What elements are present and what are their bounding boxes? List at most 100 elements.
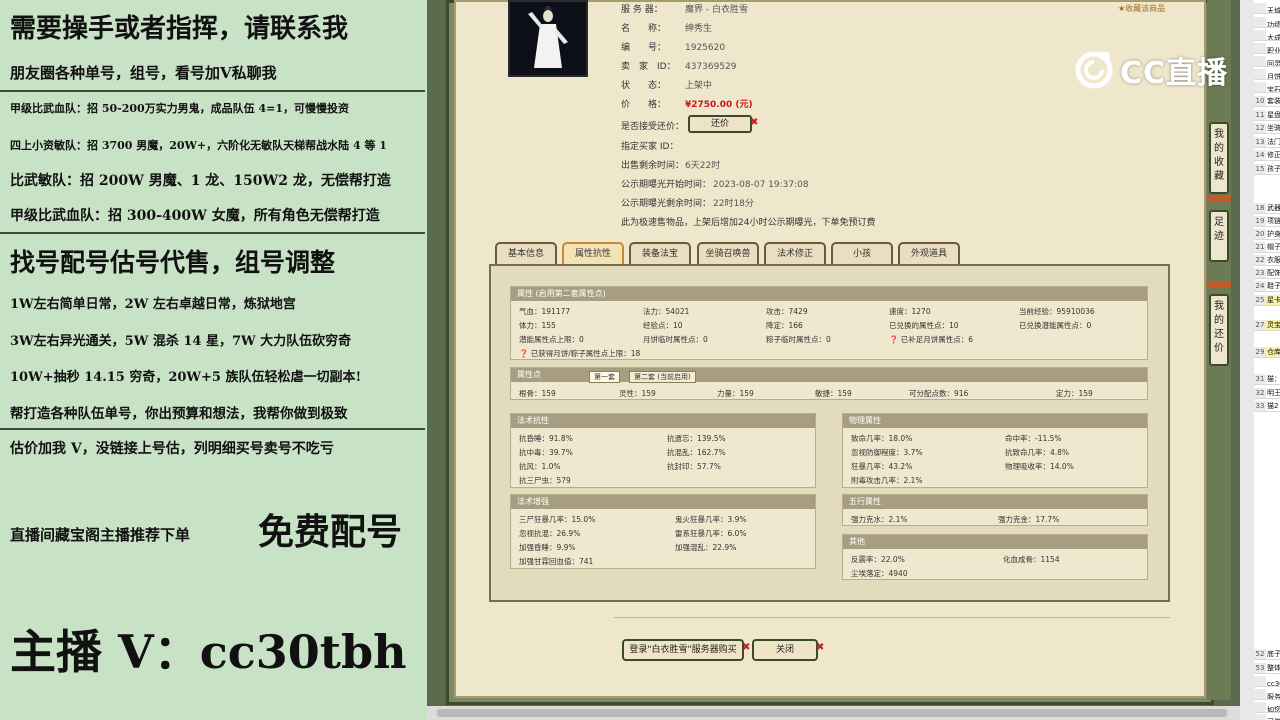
cell-text: 武器 [1267,204,1280,212]
sheet-row[interactable]: 29 仓库 [1254,347,1280,358]
cell-text: 底子 [1267,650,1280,658]
sheet-row[interactable]: 18 武器 [1254,203,1280,214]
favorite-link[interactable]: ★收藏该商品 [1118,3,1165,14]
vertical-scrollbar[interactable] [1240,0,1254,720]
tab-child[interactable]: 小孩 [831,242,893,264]
divider [0,232,425,234]
tab-spell-mods[interactable]: 法术修正 [764,242,826,264]
help-icon[interactable]: ❓ [519,349,528,358]
divider [1207,282,1231,288]
tab-attributes[interactable]: 属性抗性 [562,242,624,264]
sheet-row[interactable]: 24 鞋子 [1254,281,1280,292]
row-number [1254,702,1266,712]
sheet-row[interactable]: 22 衣服 [1254,255,1280,266]
cell-text: 鞋子 [1267,282,1280,290]
section-header: 法术增强 [511,495,815,509]
cell-text: 如您 [1267,706,1280,713]
tab-equipment[interactable]: 装备法宝 [629,242,691,264]
section-header: 物理属性 [843,414,1147,428]
sheet-row[interactable]: 13 法门 [1254,137,1280,148]
tab-set-one[interactable]: 第一套 [589,371,620,383]
side-tab-my-offers[interactable]: 我的还价 [1209,294,1229,366]
seller-row: 卖 家 ID： 437369529 [621,62,737,72]
attr-point: 可分配点数：916 [909,389,969,398]
login-purchase-button[interactable]: 登录"白衣胜雪"服务器购买 [622,639,744,661]
sheet-row[interactable]: 14 修正 [1254,150,1280,161]
cell-text: 回灵 [1267,60,1280,67]
sheet-row[interactable]: 33 猫2 [1254,401,1280,412]
tab-basic-info[interactable]: 基本信息 [495,242,557,264]
help-icon[interactable]: ❓ [889,335,898,344]
sheet-row[interactable]: 宝石 [1254,82,1280,93]
row-number: 15 [1254,164,1266,174]
sheet-row[interactable]: 回灵 [1254,56,1280,67]
physical-cell: 物理吸收率：14.0% [1005,462,1074,471]
boost-cell: 忽视抗混：26.9% [519,529,581,538]
sheet-row[interactable]: 如您 [1254,702,1280,713]
sheet-row[interactable]: 21 帽子 [1254,242,1280,253]
cell-text: 明王 [1267,389,1280,397]
sheet-row[interactable]: 10 套装 [1254,96,1280,107]
attribute-points-section: 属性点 第一套 第二套 (当前启用) 根骨：159 灵性：159 力量：159 … [510,367,1148,400]
boost-cell: 加强甘霖回血值：741 [519,557,594,566]
side-tab-history[interactable]: 足迹 [1209,210,1229,262]
ad-line: 1W左右简单日常，2W 左右卓越日常，炼狱地宫 [10,297,296,312]
sheet-row[interactable]: 23 配饰 [1254,268,1280,279]
row-number [1254,56,1266,66]
attr-point: 力量：159 [717,389,754,398]
sheet-row[interactable]: 月饼 [1254,69,1280,80]
ad-line: 帮打造各种队伍单号，你出预算和想法，我帮你做到极致 [10,406,348,422]
sheet-row[interactable]: 15 孩子 [1254,164,1280,175]
tab-set-two[interactable]: 第二套 (当前启用) [629,371,696,383]
attr-cell: 潜能属性点上限：0 [519,335,584,344]
name-row: 名 称： 绅秀生 [621,24,713,34]
sheet-row[interactable]: 27 灵宝 [1254,320,1280,331]
divider [0,428,425,430]
sheet-row[interactable]: 19 项链 [1254,216,1280,227]
spell-resist-section: 法术抗性 抗昏睡：91.8% 抗遗忘：139.5% 抗中毒：39.7% 抗混乱：… [510,413,816,488]
id-row: 编 号： 1925620 [621,43,726,53]
sheet-row[interactable]: 25 星卡 [1254,295,1280,306]
resist-cell: 抗中毒：39.7% [519,448,573,457]
cell-text: 功绩 [1267,21,1280,28]
row-number: 31 [1254,374,1266,384]
sheet-row[interactable]: 服务 [1254,689,1280,700]
cell-text: 天域 [1267,7,1280,14]
haggle-button[interactable]: 还价 [688,115,752,133]
expose-remain-row: 公示期曝光剩余时间： 22时18分 [621,199,754,209]
horizontal-scrollbar[interactable] [427,706,1240,720]
sheet-row[interactable]: 53 整体 [1254,663,1280,674]
sheet-row[interactable]: 大成 [1254,30,1280,41]
tab-appearance[interactable]: 外观道具 [898,242,960,264]
sheet-row[interactable]: 天域 [1254,3,1280,14]
sheet-row[interactable]: 功绩 [1254,17,1280,28]
cell-text: 孩子 [1267,165,1280,173]
cell-text: 修正 [1267,151,1280,159]
scroll-thumb[interactable] [437,709,1227,717]
row-number [1254,43,1266,53]
row-number [1254,689,1266,699]
sheet-row[interactable]: cc30 [1254,676,1280,687]
sheet-row[interactable]: 52 底子 [1254,649,1280,660]
resist-cell: 抗遗忘：139.5% [667,434,726,443]
sheet-row[interactable]: 11 星盘 [1254,110,1280,121]
cell-text: 项链 [1267,217,1280,225]
cell-text: 服务 [1267,693,1280,700]
divider [614,617,1170,618]
boost-cell: 三尸狂暴几率：15.0% [519,515,596,524]
row-number: 19 [1254,216,1266,226]
close-button[interactable]: 关闭 [752,639,818,661]
physical-section: 物理属性 致命几率：18.0% 命中率：-11.5% 忽视防御程度：3.7% 抗… [842,413,1148,488]
attr-cell: 气血：191177 [519,307,571,316]
sheet-row[interactable]: 32 明王 [1254,388,1280,399]
tab-mounts-pets[interactable]: 坐骑召唤兽 [697,242,759,264]
sheet-row[interactable]: 12 坐骑 [1254,123,1280,134]
row-number: 24 [1254,281,1266,291]
sheet-row[interactable]: 职业 [1254,43,1280,54]
ad-line: 估价加我 V，没链接上号估，列明细买号卖号不吃亏 [10,441,334,457]
side-tab-favorites[interactable]: 我的收藏 [1209,122,1229,194]
sheet-row[interactable]: 20 护身 [1254,229,1280,240]
sheet-row[interactable]: 可做 [1254,714,1280,720]
sheet-row[interactable]: 31 猫： [1254,374,1280,385]
row-number: 11 [1254,110,1266,120]
